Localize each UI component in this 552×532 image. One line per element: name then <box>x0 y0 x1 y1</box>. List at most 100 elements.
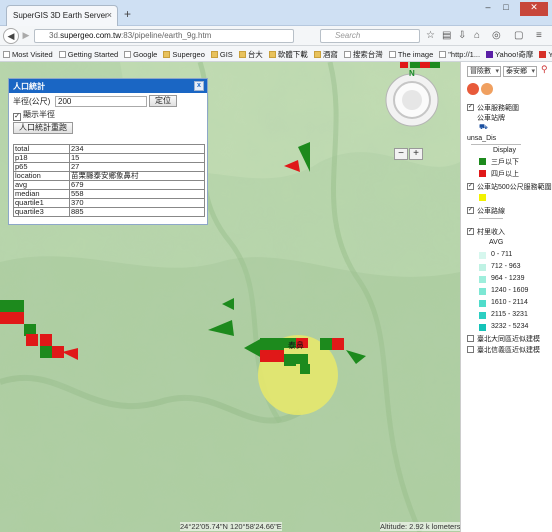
layer-checkbox-datong[interactable] <box>467 335 474 342</box>
addon-icon[interactable]: ◎ <box>492 30 501 41</box>
show-radius-checkbox[interactable]: ✓ <box>13 113 21 121</box>
bookmark-label: Yahoo!奇摩 <box>495 50 534 59</box>
bookmark-item[interactable]: 軟體下載 <box>266 46 311 60</box>
layer-legend-sidebar: 冒險數 泰安鄉 ⚲ ✓ 公車服務範圍 公車站牌 ⛟ unsa_Dis Displ… <box>460 62 552 532</box>
stat-value: 885 <box>69 207 205 217</box>
bookmark-item[interactable]: 搜索台灣 <box>341 46 386 60</box>
stat-value: 679 <box>69 180 205 190</box>
legend-swatch <box>479 170 486 177</box>
route-line-swatch <box>479 218 503 219</box>
browser-tab[interactable]: SuperGIS 3D Earth Server × <box>6 5 118 26</box>
search-icon[interactable]: ⚲ <box>541 64 548 75</box>
radius-input[interactable]: 200 <box>55 96 147 107</box>
layer-label: 臺北信義區近似建模 <box>477 347 540 354</box>
legend-label: 1240 - 1609 <box>491 287 529 294</box>
page-icon <box>439 51 447 58</box>
bookmarks-bar: Most Visited Getting Started Google Superge… <box>0 46 552 62</box>
bookmark-item[interactable]: Supergeo <box>160 47 208 59</box>
menu-icon[interactable]: ≡ <box>536 30 542 41</box>
township-select[interactable]: 泰安鄉 <box>503 66 537 77</box>
show-radius-label: 顯示半徑 <box>23 110 55 119</box>
bookmark-item[interactable]: Getting Started <box>56 47 121 59</box>
layer-checkbox-income[interactable]: ✓ <box>467 228 474 235</box>
radius-row: 半徑(公尺) 200 定位 <box>13 95 203 109</box>
panel-close-button[interactable]: x <box>194 81 204 91</box>
tab-title: SuperGIS 3D Earth Server <box>13 11 108 20</box>
star-icon[interactable]: ☆ <box>426 30 435 41</box>
zoom-in-button[interactable]: + <box>409 148 423 160</box>
new-tab-button[interactable]: + <box>124 7 131 21</box>
legend-label: 0 - 711 <box>491 251 513 258</box>
bookmark-item[interactable]: GIS <box>208 47 236 59</box>
bookmark-item[interactable]: 酒窩 <box>311 46 341 60</box>
bookmark-item[interactable]: "http://1... <box>436 47 483 59</box>
yahoo-icon <box>486 51 494 58</box>
zoom-out-button[interactable]: − <box>394 148 408 160</box>
layer-checkbox-service[interactable]: ✓ <box>467 104 474 111</box>
legend-swatch <box>479 288 486 295</box>
close-tab-icon[interactable]: × <box>107 10 112 20</box>
pocket-icon[interactable]: ▢ <box>514 30 523 41</box>
forward-button[interactable]: ▶ <box>18 28 34 44</box>
search-input[interactable]: Search <box>320 29 420 43</box>
bookmark-label: "http://1... <box>448 50 481 59</box>
folder-icon <box>210 51 218 58</box>
table-row: quartile3 885 <box>13 207 205 217</box>
route-pin-icon[interactable] <box>481 83 493 95</box>
bookmark-item[interactable]: Yahoo!奇摩 <box>483 46 536 60</box>
location-pin-icon[interactable] <box>467 83 479 95</box>
stat-value: 15 <box>69 153 205 163</box>
folder-icon <box>313 51 321 58</box>
compass-icon[interactable]: N <box>382 68 442 128</box>
home-icon[interactable]: ⌂ <box>474 30 480 41</box>
stats-table: total 234 p18 15 p65 27 location 苗栗縣泰安鄉象鼻村 avg 67… <box>13 144 205 217</box>
layer-checkbox-stop500[interactable]: ✓ <box>467 183 474 190</box>
reading-list-icon[interactable]: ▤ <box>442 30 451 41</box>
legend-swatch <box>479 300 486 307</box>
legend-swatch <box>479 194 486 201</box>
zoom-controls: − + <box>394 148 424 160</box>
page-icon <box>388 51 396 58</box>
bookmark-label: 搜索台灣 <box>352 50 383 59</box>
bookmark-item[interactable]: 台大 <box>236 46 266 60</box>
table-row: p18 15 <box>13 153 205 163</box>
coordinate-readout: 24°22'05.74"N 120°58'24.66"E <box>180 522 282 531</box>
legend-label: 712 - 963 <box>491 263 521 270</box>
layer-checkbox-xinyi[interactable] <box>467 346 474 353</box>
downloads-icon[interactable]: ⇩ <box>458 30 466 41</box>
back-button[interactable]: ◀ <box>3 28 19 44</box>
bookmark-item[interactable]: YouTube <box>536 47 552 59</box>
folder-icon <box>238 51 246 58</box>
stat-value: 苗栗縣泰安鄉象鼻村 <box>69 171 205 181</box>
legend-label: 四戶以上 <box>491 171 519 178</box>
legend-label: 964 - 1239 <box>491 275 525 282</box>
layer-checkbox-route[interactable]: ✓ <box>467 207 474 214</box>
locate-button[interactable]: 定位 <box>149 95 177 107</box>
table-row: total 234 <box>13 144 205 154</box>
bookmark-item[interactable]: The image <box>386 47 436 59</box>
divider <box>471 144 521 145</box>
stat-value: 370 <box>69 198 205 208</box>
bookmark-item[interactable]: Google <box>121 47 160 59</box>
window-close-button[interactable]: ✕ <box>520 2 548 16</box>
legend-swatch <box>479 324 486 331</box>
district-select[interactable]: 冒險數 <box>467 66 501 77</box>
minimize-button[interactable]: – <box>480 2 496 16</box>
maximize-button[interactable]: □ <box>498 2 514 16</box>
bookmark-item[interactable]: Most Visited <box>0 47 56 59</box>
bookmark-label: Most Visited <box>12 50 53 59</box>
income-title: 村里收入 <box>477 229 505 236</box>
legend-label: 1610 - 2114 <box>491 299 528 306</box>
address-bar[interactable]: 3d.supergeo.com.tw:83/pipeline/earth_9g.… <box>34 29 294 43</box>
layer-label: Display <box>493 147 516 154</box>
legend-swatch <box>479 158 486 165</box>
bookmark-label: Getting Started <box>67 50 119 59</box>
rerun-stats-button[interactable]: 人口統計重跑 <box>13 122 73 134</box>
layer-label: unsa_Dis <box>467 135 497 142</box>
point-label: 泰鼻 <box>288 340 304 350</box>
layer-label: 公車服務範圍 <box>477 105 519 112</box>
table-row: avg 679 <box>13 180 205 190</box>
stat-value: 234 <box>69 144 205 154</box>
bookmark-label: YouTube <box>548 50 552 59</box>
page-icon <box>58 51 66 58</box>
